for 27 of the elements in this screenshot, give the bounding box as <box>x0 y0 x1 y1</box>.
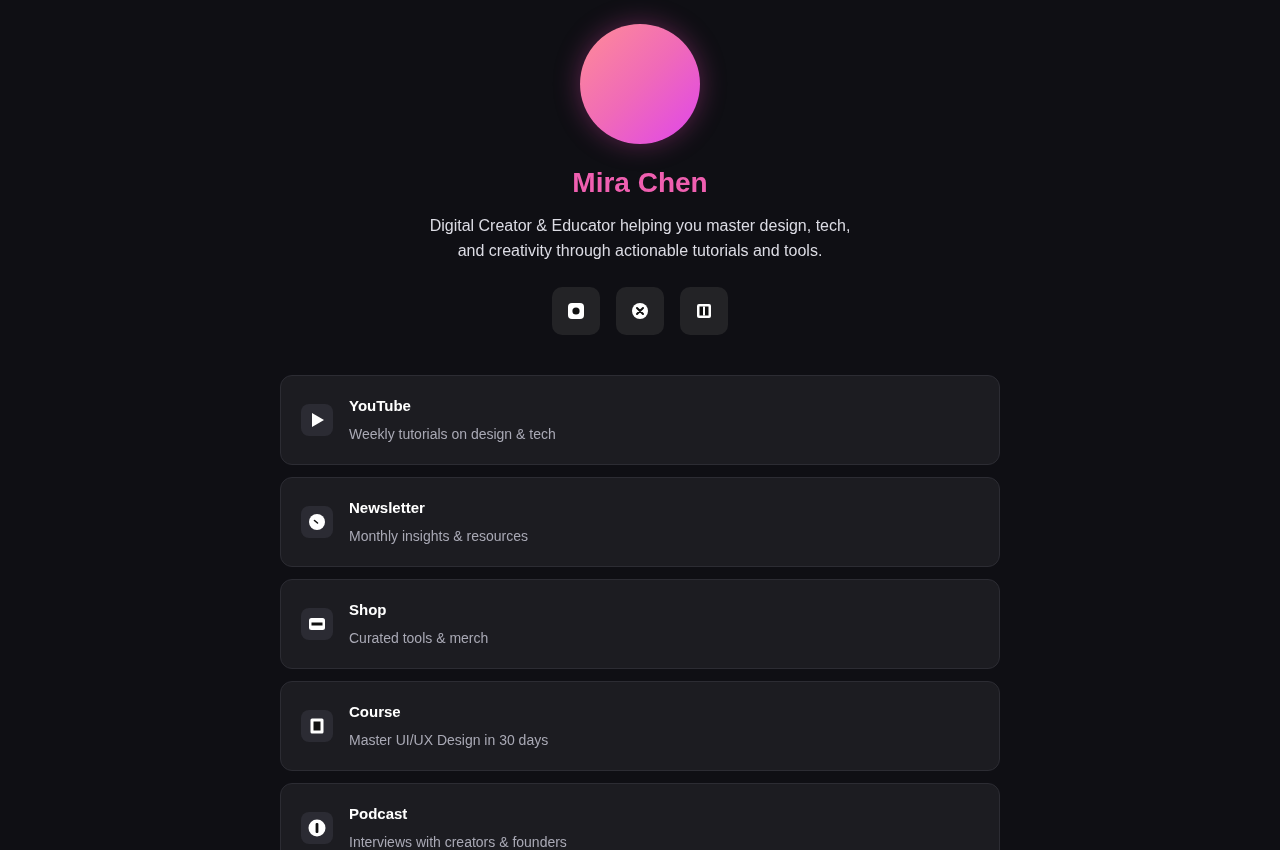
minus-square-icon <box>301 608 333 640</box>
profile-name: Mira Chen <box>572 166 708 200</box>
clock-icon <box>301 506 333 538</box>
link-title: Newsletter <box>349 498 426 518</box>
social-button[interactable] <box>680 287 728 335</box>
link-card[interactable]: Podcast Interviews with creators & founders <box>280 783 1000 850</box>
link-subtitle: Curated tools & merch <box>349 629 489 648</box>
square-bars-icon <box>695 302 713 320</box>
link-title: Shop <box>349 600 388 620</box>
link-title: Course <box>349 702 402 722</box>
link-card[interactable]: Shop Curated tools & merch <box>280 579 1000 669</box>
link-title: Podcast <box>349 804 409 824</box>
link-subtitle: Monthly insights & resources <box>349 527 528 546</box>
profile-bio: Digital Creator & Educator helping you master design, tech, and creativity through actionable tutorials and tools. <box>428 216 852 261</box>
link-card[interactable]: YouTube Weekly tutorials on design & tech <box>280 375 1000 465</box>
social-button[interactable] <box>616 287 664 335</box>
link-card[interactable]: Course Master UI/UX Design in 30 days <box>280 681 1000 771</box>
link-subtitle: Weekly tutorials on design & tech <box>349 425 556 444</box>
link-card[interactable]: Newsletter Monthly insights & resources <box>280 477 1000 567</box>
play-icon <box>301 404 333 436</box>
social-button[interactable] <box>552 287 600 335</box>
info-icon <box>301 812 333 844</box>
circle-x-icon <box>631 302 649 320</box>
link-subtitle: Master UI/UX Design in 30 days <box>349 731 549 750</box>
square-icon <box>301 710 333 742</box>
link-subtitle: Interviews with creators & founders <box>349 833 567 850</box>
link-title: YouTube <box>349 396 412 416</box>
